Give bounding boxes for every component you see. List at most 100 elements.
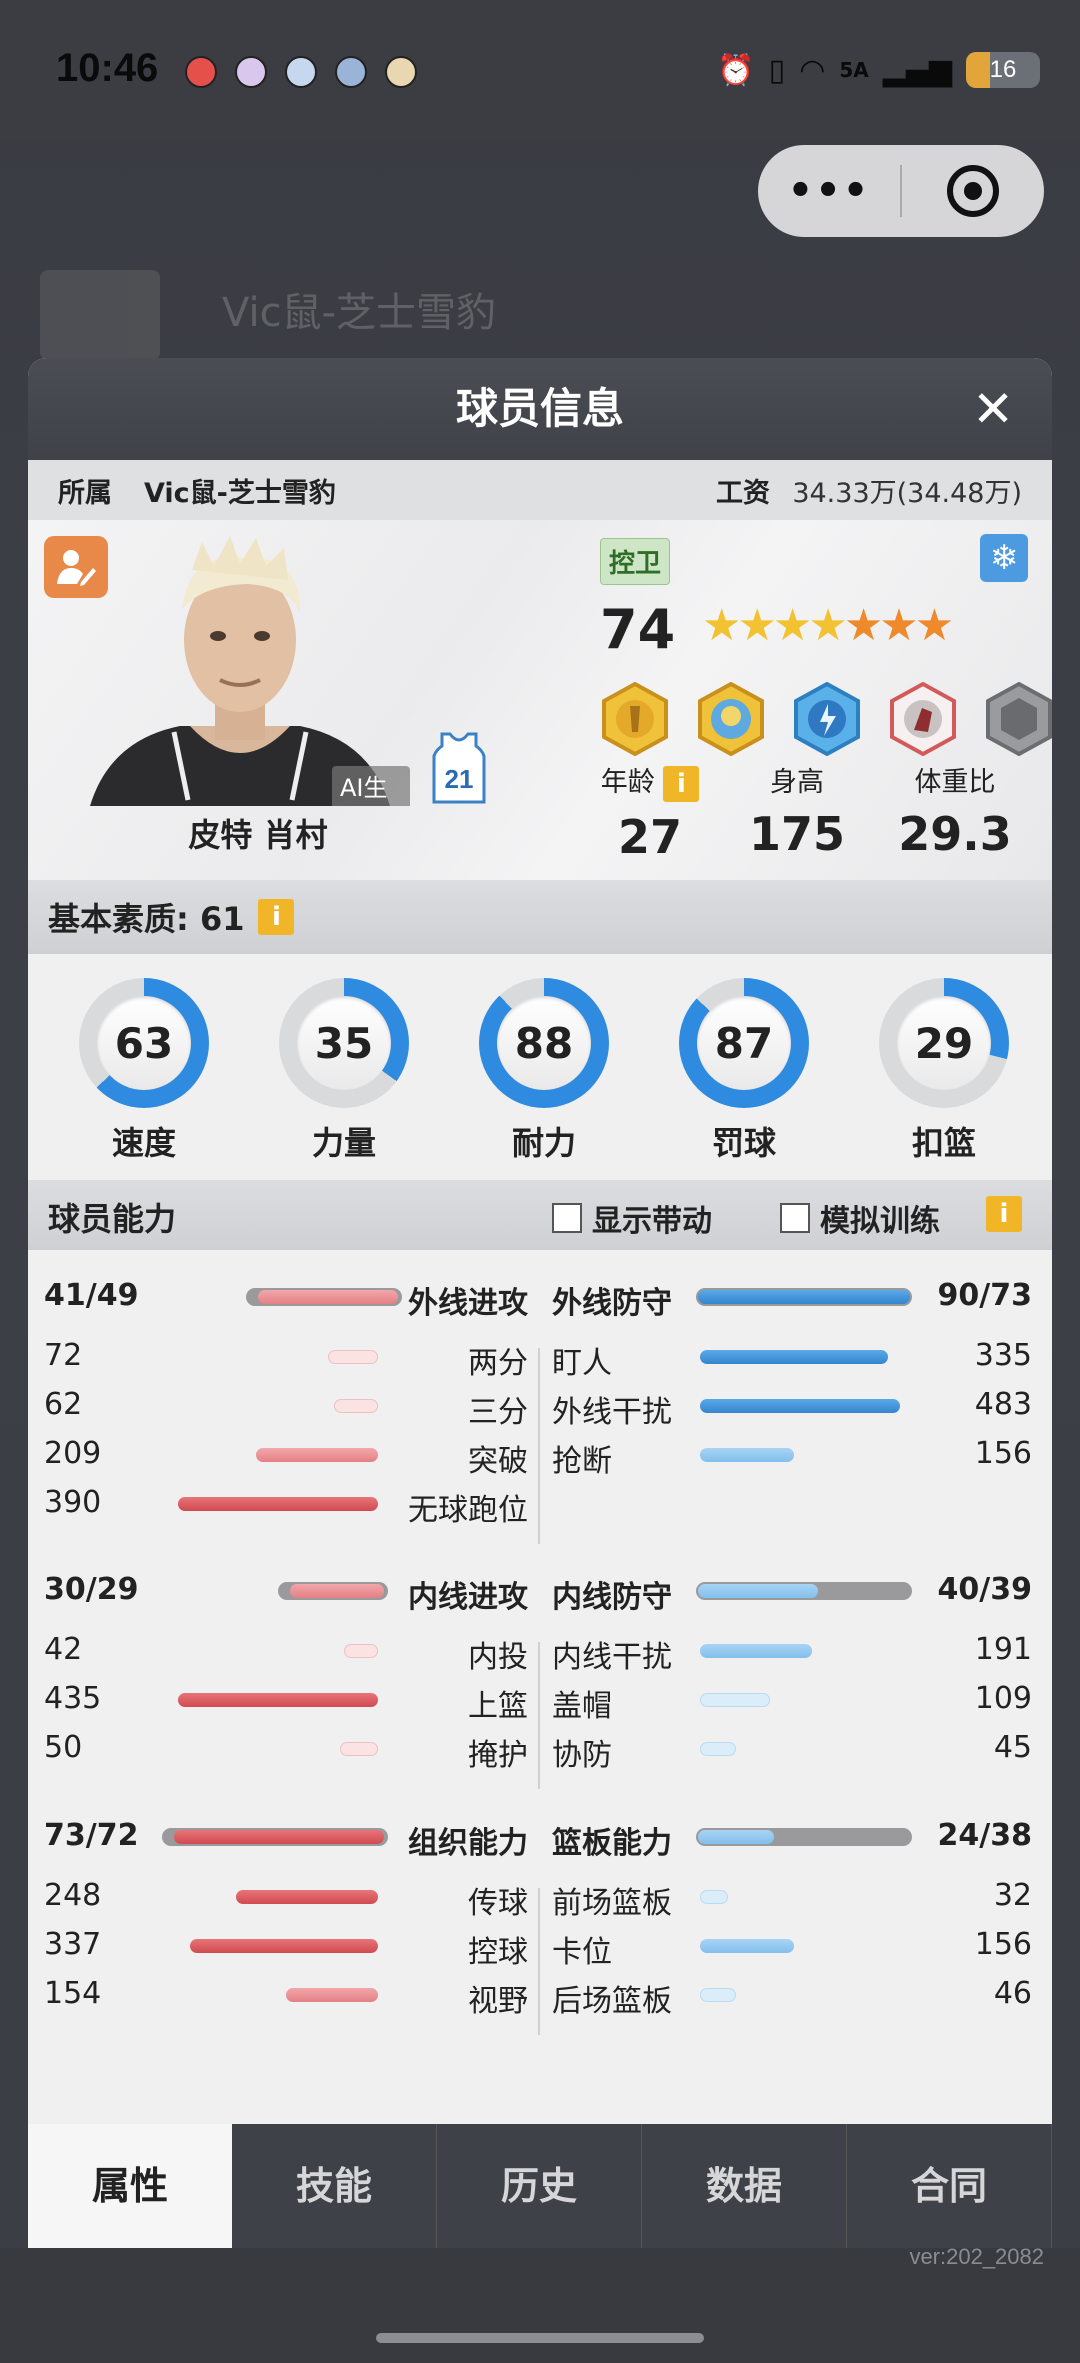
tab-3[interactable]: 数据 [642, 2124, 847, 2248]
right-ability-label: 内线干扰 [552, 1640, 672, 1675]
ability-row: 435 上篮 盖帽 109 [28, 1681, 1052, 1725]
left-ability-label: 突破 [468, 1444, 528, 1479]
height-label: 身高 [770, 767, 824, 798]
overall-rating: 74 [600, 598, 676, 661]
tab-1[interactable]: 技能 [232, 2124, 437, 2248]
weight-label: 体重比 [914, 767, 996, 798]
close-icon[interactable]: ✕ [972, 384, 1014, 434]
jersey-number: 21 [445, 764, 474, 794]
stat-value: 63 [97, 996, 191, 1090]
player-vitals: 年龄 i 27 身高 175 体重比 29.3 [600, 760, 1040, 870]
jersey-icon: 21 [432, 732, 486, 804]
gray-badge-icon[interactable] [984, 681, 1052, 757]
left-main-value: 41/49 [44, 1278, 139, 1313]
app-notification-icon [385, 56, 417, 88]
right-ability-value: 45 [993, 1730, 1032, 1765]
left-main-label: 外线进攻 [408, 1286, 528, 1321]
gold-blue-badge-icon[interactable] [696, 681, 766, 757]
blue-badge-icon[interactable] [792, 681, 862, 757]
ability-row: 72 两分 盯人 335 [28, 1338, 1052, 1382]
player-info-dialog: 球员信息 ✕ 所属 Vic鼠-芝士雪豹 工资 34.33万(34.48万) AI… [28, 358, 1052, 2248]
star-icon: ★ [702, 600, 742, 651]
stat-label: 扣篮 [911, 1124, 976, 1162]
left-ability-value: 390 [44, 1485, 102, 1520]
age-info-icon[interactable]: i [663, 765, 700, 802]
stat-label: 罚球 [711, 1124, 776, 1162]
team-logo [40, 270, 160, 360]
right-ability-bar [700, 1399, 900, 1413]
tab-2[interactable]: 历史 [437, 2124, 642, 2248]
left-main-bar [290, 1584, 384, 1598]
ability-row: 209 突破 抢断 156 [28, 1436, 1052, 1480]
left-ability-label: 掩护 [468, 1738, 528, 1773]
height-block: 身高 175 [742, 760, 852, 861]
left-ability-label: 两分 [468, 1346, 528, 1381]
left-main-label: 组织能力 [408, 1826, 528, 1861]
edit-profile-button[interactable] [44, 536, 108, 598]
right-ability-label: 协防 [552, 1738, 612, 1773]
right-ability-bar [700, 1742, 736, 1756]
sim-train-checkbox[interactable]: 模拟训练 [780, 1196, 940, 1240]
stat-value: 29 [897, 996, 991, 1090]
progress-ring: 29 [879, 978, 1009, 1108]
right-main-bar [698, 1290, 910, 1304]
right-ability-value: 483 [974, 1387, 1032, 1422]
team-wage-bar: 所属 Vic鼠-芝士雪豹 工资 34.33万(34.48万) [28, 460, 1052, 520]
tab-4[interactable]: 合同 [847, 2124, 1052, 2248]
left-ability-label: 控球 [468, 1935, 528, 1970]
star-rating: ★ ★ ★ ★ ★ ★ ★ [702, 600, 954, 651]
left-ability-bar [286, 1988, 378, 2002]
home-indicator[interactable] [376, 2333, 704, 2343]
left-main-value: 30/29 [44, 1572, 139, 1607]
basic-info-icon[interactable]: i [258, 899, 295, 935]
stat-label: 力量 [311, 1124, 376, 1162]
snowflake-icon[interactable]: ❄ [980, 534, 1028, 582]
ability-header: 球员能力 显示带动 模拟训练 i [28, 1180, 1052, 1250]
left-main-bar [258, 1290, 398, 1304]
system-icons: ⏰ ▯ ◠ 5A ▂▄▆ 16 [717, 52, 1040, 88]
status-bar: 10:46 ⏰ ▯ ◠ 5A ▂▄▆ 16 [0, 0, 1080, 140]
right-ability-value: 46 [993, 1976, 1032, 2011]
left-ability-value: 72 [44, 1338, 83, 1373]
ability-info-icon[interactable]: i [986, 1196, 1022, 1232]
left-main-label: 内线进攻 [408, 1580, 528, 1615]
stat-ring: 87 罚球 [674, 978, 814, 1164]
ability-table: 41/49 外线进攻 外线防守 90/73 72 两分 盯人 335 62 三分 外线干扰 483 20… [28, 1250, 1052, 2130]
show-drive-checkbox[interactable]: 显示带动 [552, 1196, 712, 1240]
ability-group-row: 30/29 内线进攻 内线防守 40/39 [28, 1572, 1052, 1616]
version-label: ver:202_2082 [909, 2244, 1044, 2269]
app-notification-icon [235, 56, 267, 88]
close-miniprogram-button[interactable] [902, 165, 1044, 217]
left-ability-value: 435 [44, 1681, 102, 1716]
right-ability-bar [700, 1448, 794, 1462]
stat-value: 35 [297, 996, 391, 1090]
left-ability-label: 内投 [468, 1640, 528, 1675]
dialog-title: 球员信息 [455, 384, 624, 433]
more-button[interactable]: ••• [758, 168, 900, 214]
red-badge-icon[interactable] [888, 681, 958, 757]
tab-0[interactable]: 属性 [28, 2124, 232, 2248]
progress-ring: 87 [679, 978, 809, 1108]
star-icon: ★ [914, 600, 955, 651]
app-notification-icon [335, 56, 367, 88]
star-icon: ★ [737, 600, 777, 651]
vibrate-icon: ▯ [768, 52, 786, 88]
right-ability-value: 32 [993, 1878, 1032, 1913]
stat-ring: 63 速度 [74, 978, 214, 1164]
background-page: Vic鼠-芝士雪豹 [0, 250, 1080, 360]
stat-ring: 29 扣篮 [874, 978, 1014, 1164]
basic-quality-title: 基本素质: 61 [48, 900, 245, 938]
battery-icon: 16 [966, 52, 1040, 88]
left-ability-bar [334, 1399, 378, 1413]
age-block: 年龄 i 27 [600, 760, 700, 864]
left-ability-label: 上篮 [468, 1689, 528, 1724]
right-ability-bar [700, 1890, 728, 1904]
gold-badge-icon[interactable] [600, 681, 670, 757]
checkbox-icon [552, 1203, 582, 1233]
left-ability-value: 42 [44, 1632, 83, 1667]
star-icon: ★ [808, 600, 848, 651]
team-label: 所属 [58, 477, 112, 509]
target-icon [947, 165, 999, 217]
right-ability-bar [700, 1939, 794, 1953]
status-time: 10:46 [56, 46, 159, 90]
